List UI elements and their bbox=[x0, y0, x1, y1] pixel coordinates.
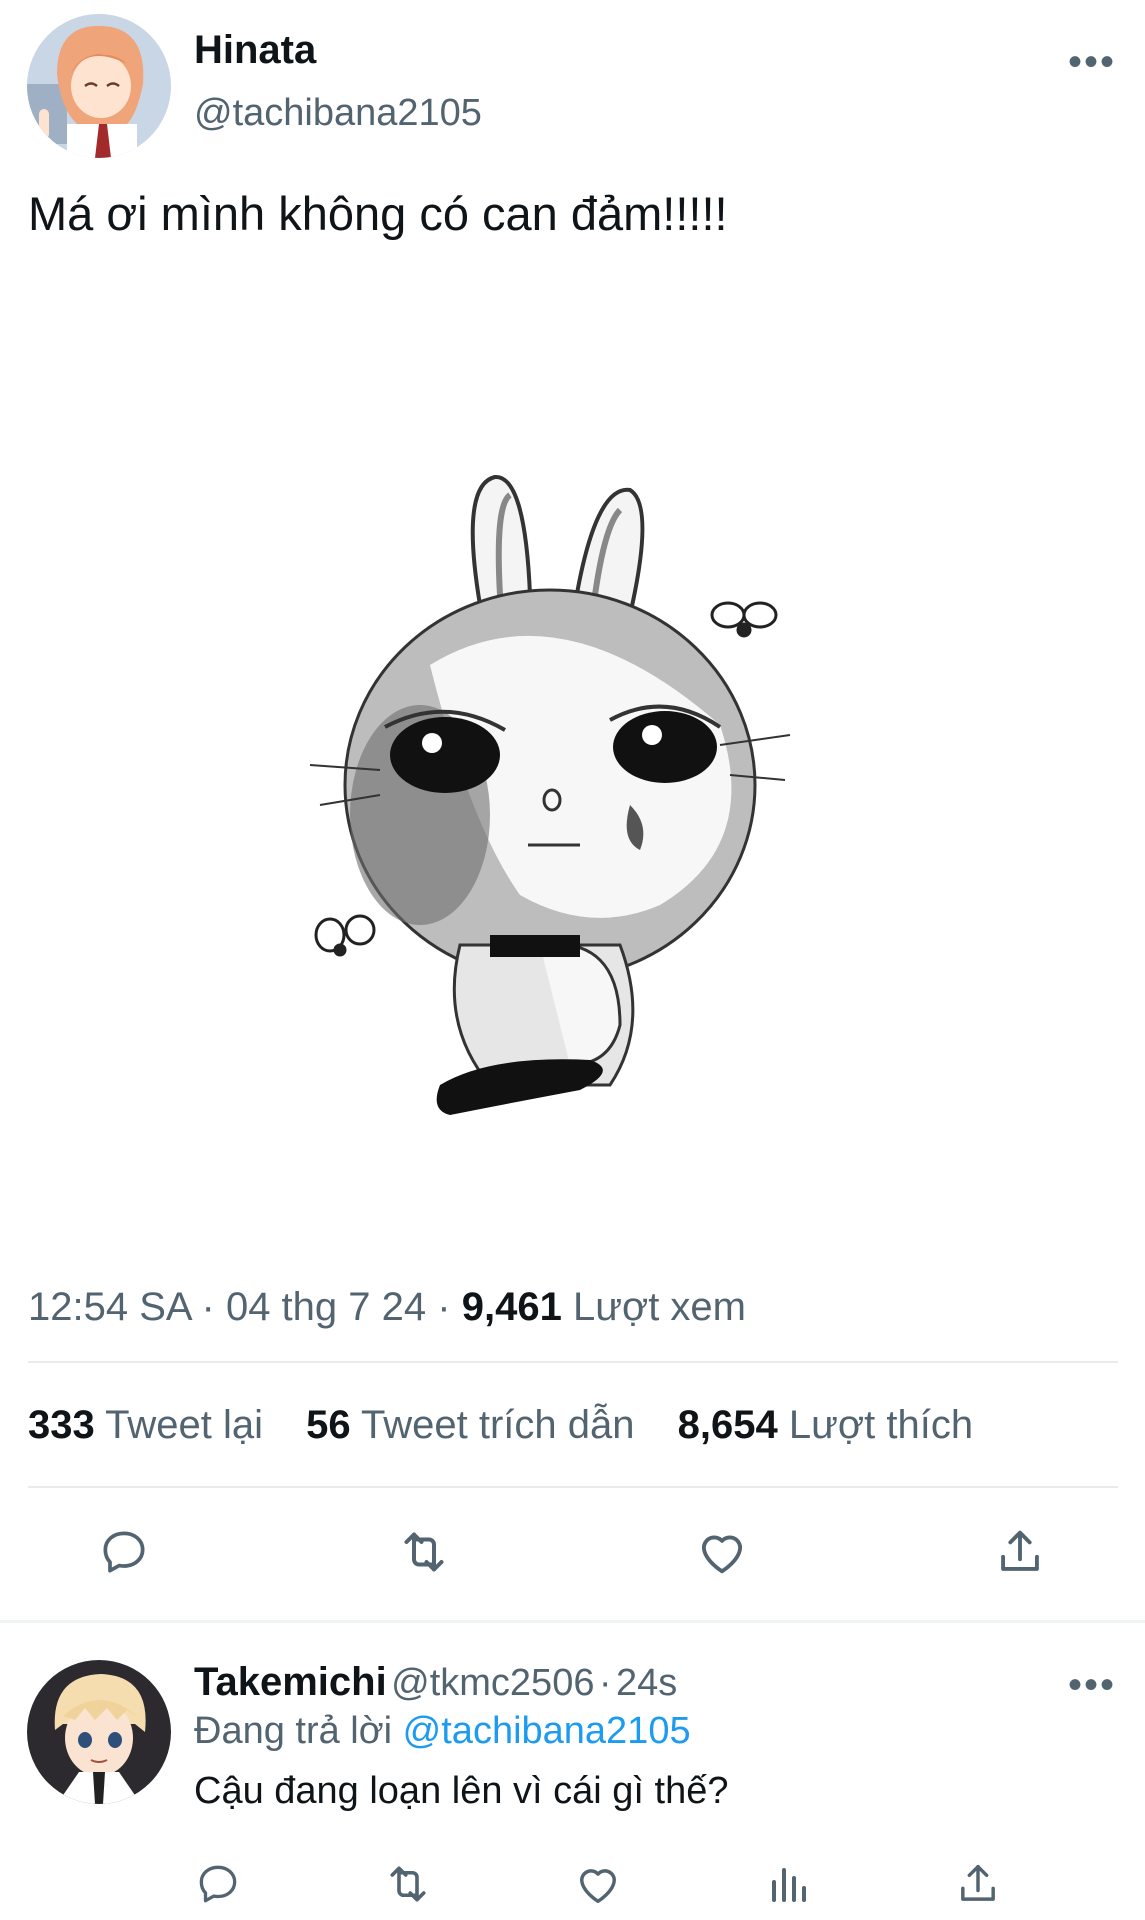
replying-to: Đang trả lời @tachibana2105 bbox=[194, 1710, 691, 1753]
retweets-label: Tweet lại bbox=[105, 1403, 263, 1447]
likes-count: 8,654 bbox=[677, 1403, 778, 1447]
meta-separator: · bbox=[437, 1285, 451, 1329]
like-icon bbox=[701, 1535, 743, 1574]
reply-text: Cậu đang loạn lên vì cái gì thế? bbox=[194, 1770, 729, 1812]
author-handle[interactable]: @tachibana2105 bbox=[194, 92, 482, 135]
like-icon bbox=[580, 1869, 616, 1904]
more-options-icon[interactable]: ••• bbox=[1068, 42, 1116, 82]
reply-header: Takemichi @tkmc2506 · 24s bbox=[194, 1660, 677, 1705]
reply-share-button[interactable] bbox=[946, 1852, 1010, 1916]
tweet-date: 04 thg 7 24 bbox=[225, 1285, 427, 1329]
retweet-icon bbox=[404, 1532, 444, 1572]
author-name[interactable]: Hinata bbox=[194, 28, 316, 73]
reply-separator: · bbox=[598, 1662, 612, 1704]
bunny-illustration bbox=[309, 475, 791, 1115]
reply-time[interactable]: 24s bbox=[616, 1662, 677, 1704]
divider bbox=[28, 1486, 1118, 1488]
views-label: Lượt xem bbox=[572, 1285, 746, 1329]
tweet-text: Má ơi mình không có can đảm!!!!! bbox=[28, 187, 728, 240]
reply-reply-button[interactable] bbox=[186, 1852, 250, 1916]
share-icon bbox=[1001, 1530, 1039, 1571]
like-button[interactable] bbox=[690, 1520, 754, 1584]
reply-icon bbox=[103, 1531, 145, 1573]
quotes-label: Tweet trích dẫn bbox=[361, 1403, 635, 1447]
share-button[interactable] bbox=[988, 1520, 1052, 1584]
reply-avatar-image bbox=[27, 1660, 171, 1804]
likes-stat[interactable]: 8,654 Lượt thích bbox=[678, 1403, 973, 1447]
avatar-image bbox=[27, 14, 171, 158]
reply-author-handle[interactable]: @tkmc2506 bbox=[391, 1662, 594, 1704]
reply-avatar[interactable] bbox=[27, 1660, 171, 1804]
meta-separator: · bbox=[201, 1285, 215, 1329]
replying-to-link[interactable]: @tachibana2105 bbox=[403, 1710, 691, 1752]
tweet-image[interactable] bbox=[290, 465, 810, 1135]
reply-author-name[interactable]: Takemichi bbox=[194, 1660, 387, 1704]
tweet-time: 12:54 SA bbox=[28, 1285, 191, 1329]
reply-more-options-icon[interactable]: ••• bbox=[1068, 1665, 1116, 1705]
likes-label: Lượt thích bbox=[788, 1403, 974, 1447]
views-icon bbox=[772, 1868, 806, 1902]
retweets-stat[interactable]: 333 Tweet lại bbox=[28, 1403, 263, 1447]
reply-icon bbox=[199, 1865, 237, 1903]
retweet-icon bbox=[390, 1866, 426, 1902]
tweet-meta: 12:54 SA · 04 thg 7 24 · 9,461 Lượt xem bbox=[28, 1285, 746, 1330]
quotes-stat[interactable]: 56 Tweet trích dẫn bbox=[306, 1403, 634, 1447]
tweet-stats: 333 Tweet lại 56 Tweet trích dẫn 8,654 L… bbox=[28, 1403, 973, 1448]
section-separator bbox=[0, 1620, 1145, 1623]
retweet-button[interactable] bbox=[392, 1520, 456, 1584]
reply-like-button[interactable] bbox=[566, 1852, 630, 1916]
views-count: 9,461 bbox=[461, 1285, 562, 1329]
divider bbox=[28, 1361, 1118, 1363]
reply-retweet-button[interactable] bbox=[376, 1852, 440, 1916]
author-avatar[interactable] bbox=[27, 14, 171, 158]
retweets-count: 333 bbox=[28, 1403, 95, 1447]
share-icon bbox=[961, 1864, 995, 1901]
replying-prefix: Đang trả lời bbox=[194, 1710, 393, 1752]
reply-views-button[interactable] bbox=[756, 1852, 820, 1916]
reply-button[interactable] bbox=[92, 1520, 156, 1584]
quotes-count: 56 bbox=[306, 1403, 351, 1447]
